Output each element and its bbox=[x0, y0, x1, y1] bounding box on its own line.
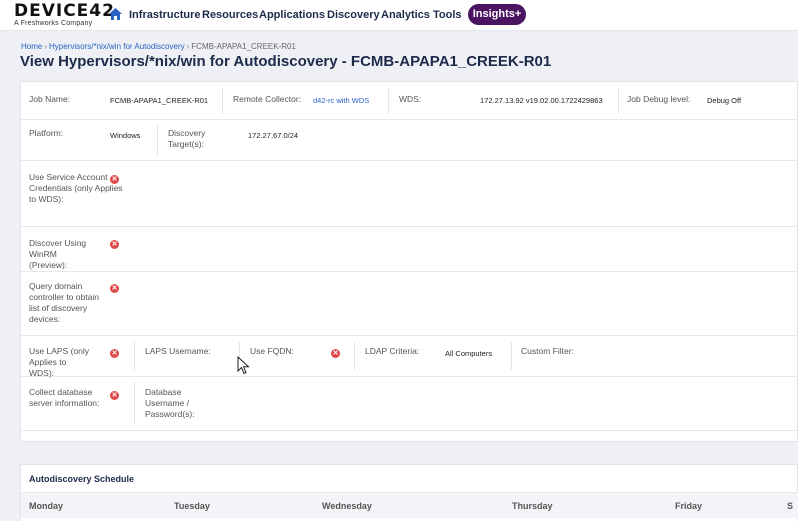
schedule-header-row: Monday Tuesday Wednesday Thursday Friday… bbox=[21, 492, 798, 518]
x-circle-icon: ✕ bbox=[331, 349, 340, 358]
autodiscovery-schedule-card: Autodiscovery Schedule Monday Tuesday We… bbox=[20, 464, 798, 521]
job-debug-level-value: Debug Off bbox=[707, 96, 742, 105]
schedule-day-header: Friday bbox=[675, 501, 703, 511]
details-row-database: Collect database server information: ✕ D… bbox=[21, 377, 798, 431]
ldap-criteria-label: LDAP Criteria: bbox=[365, 346, 420, 356]
page-title: View Hypervisors/*nix/win for Autodiscov… bbox=[20, 53, 552, 70]
x-circle-icon: ✕ bbox=[110, 349, 119, 358]
details-row-platform: Platform: Windows Discovery Target(s): 1… bbox=[21, 120, 798, 161]
x-circle-icon: ✕ bbox=[110, 240, 119, 249]
schedule-day-header: Wednesday bbox=[322, 501, 372, 511]
job-details-card: Job Name: FCMB-APAPA1_CREEK-R01 Remote C… bbox=[20, 81, 798, 442]
details-row-job: Job Name: FCMB-APAPA1_CREEK-R01 Remote C… bbox=[21, 82, 798, 120]
nav-discovery[interactable]: Discovery bbox=[327, 9, 380, 21]
insights-plus-button[interactable]: Insights+ bbox=[468, 4, 526, 25]
details-row-winrm: Discover Using WinRM (Preview): ✕ bbox=[21, 227, 798, 272]
x-circle-icon: ✕ bbox=[110, 175, 119, 184]
schedule-day-header: Monday bbox=[29, 501, 64, 511]
ldap-criteria-value: All Computers bbox=[445, 349, 493, 358]
database-credentials-label: Database Username / Password(s): bbox=[145, 387, 195, 419]
logo-wordmark: DEVICE42 bbox=[14, 1, 115, 21]
remote-collector-label: Remote Collector: bbox=[233, 94, 302, 104]
breadcrumb-section[interactable]: Hypervisors/*nix/win for Autodiscovery bbox=[49, 42, 185, 51]
breadcrumb-current: FCMB-APAPA1_CREEK-R01 bbox=[191, 42, 296, 51]
details-row-laps: Use LAPS (only Applies to WDS): ✕ LAPS U… bbox=[21, 336, 798, 378]
laps-username-label: LAPS Username: bbox=[145, 346, 211, 356]
breadcrumb-home[interactable]: Home bbox=[21, 42, 42, 51]
discovery-targets-value: 172.27.67.0/24 bbox=[248, 131, 299, 140]
nav-analytics[interactable]: Analytics bbox=[381, 9, 430, 21]
collect-database-label: Collect database server information: bbox=[29, 387, 100, 408]
query-domain-controller-label: Query domain controller to obtain list o… bbox=[29, 281, 99, 324]
breadcrumb: Home › Hypervisors/*nix/win for Autodiscov… bbox=[21, 42, 296, 51]
home-icon[interactable] bbox=[108, 7, 123, 21]
schedule-day-header: Tuesday bbox=[174, 501, 210, 511]
mouse-cursor-icon bbox=[237, 356, 250, 375]
nav-infrastructure[interactable]: Infrastructure bbox=[129, 9, 201, 21]
schedule-title: Autodiscovery Schedule bbox=[29, 474, 135, 484]
logo-tagline: A Freshworks Company bbox=[14, 20, 93, 27]
top-navbar: DEVICE42 A Freshworks Company Infrastruc… bbox=[0, 0, 798, 31]
remote-collector-link[interactable]: d42-rc with WDS bbox=[313, 96, 369, 105]
schedule-day-header: S bbox=[787, 501, 794, 511]
x-circle-icon: ✕ bbox=[110, 284, 119, 293]
discover-winrm-label: Discover Using WinRM (Preview): bbox=[29, 238, 87, 270]
schedule-day-header: Thursday bbox=[512, 501, 553, 511]
x-circle-icon: ✕ bbox=[110, 391, 119, 400]
job-name-value: FCMB-APAPA1_CREEK-R01 bbox=[110, 96, 209, 105]
wds-label: WDS: bbox=[399, 94, 422, 104]
wds-value: 172.27.13.92 v19.02.00.1722429863 bbox=[480, 96, 603, 105]
nav-tools[interactable]: Tools bbox=[433, 9, 462, 21]
job-name-label: Job Name: bbox=[29, 94, 71, 104]
job-debug-level-label: Job Debug level: bbox=[627, 94, 691, 104]
device42-logo[interactable]: DEVICE42 A Freshworks Company bbox=[14, 2, 115, 28]
use-laps-label: Use LAPS (only Applies to WDS): bbox=[29, 346, 89, 378]
custom-filter-label: Custom Filter: bbox=[521, 346, 574, 356]
details-row-domain-controller: Query domain controller to obtain list o… bbox=[21, 272, 798, 336]
nav-applications[interactable]: Applications bbox=[259, 9, 325, 21]
details-row-service-account: Use Service Account Credentials (only Ap… bbox=[21, 161, 798, 227]
platform-label: Platform: bbox=[29, 128, 64, 138]
platform-value: Windows bbox=[110, 131, 141, 140]
nav-resources[interactable]: Resources bbox=[202, 9, 258, 21]
discovery-targets-label: Discovery Target(s): bbox=[168, 128, 206, 149]
use-fqdn-label: Use FQDN: bbox=[250, 346, 294, 356]
